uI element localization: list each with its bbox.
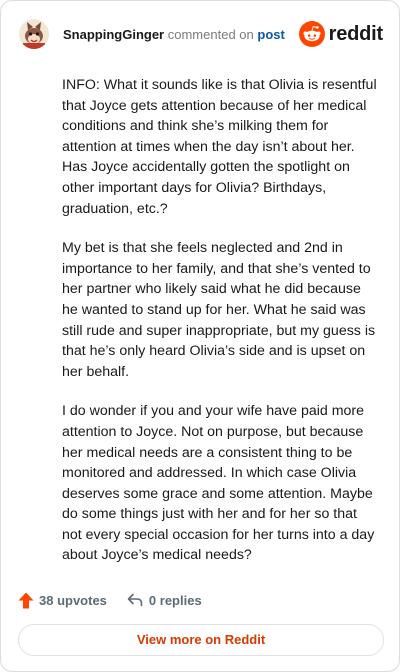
upvote-count: 38 upvotes bbox=[39, 592, 107, 608]
comment-footer: 38 upvotes 0 replies bbox=[18, 590, 202, 610]
comment-attribution: SnappingGinger commented on post bbox=[63, 27, 285, 42]
reddit-brand[interactable]: reddit bbox=[298, 21, 384, 47]
attribution-verb: commented on bbox=[167, 27, 254, 42]
author-link[interactable]: SnappingGinger bbox=[63, 27, 164, 42]
comment-paragraph: INFO: What it sounds like is that Olivia… bbox=[62, 77, 377, 217]
comment-paragraph: My bet is that she feels neglected and 2… bbox=[62, 240, 376, 380]
comment-embed-card: SnappingGinger commented on post reddit … bbox=[0, 0, 400, 672]
avatar[interactable] bbox=[19, 19, 49, 49]
reply-count: 0 replies bbox=[148, 592, 202, 608]
upvote-arrow-icon[interactable] bbox=[18, 592, 34, 609]
avatar-image bbox=[19, 19, 49, 49]
comment-header: SnappingGinger commented on post reddit bbox=[19, 19, 383, 51]
upvote-control[interactable]: 38 upvotes bbox=[18, 592, 107, 609]
comment-paragraph: I do wonder if you and your wife have pa… bbox=[62, 403, 375, 564]
reddit-wordmark: reddit bbox=[328, 22, 384, 45]
reply-arrow-icon[interactable] bbox=[127, 593, 143, 607]
reddit-snoo-icon bbox=[298, 21, 325, 47]
comment-body: INFO: What it sounds like is that Olivia… bbox=[62, 75, 380, 585]
post-link[interactable]: post bbox=[257, 27, 284, 42]
reply-control[interactable]: 0 replies bbox=[127, 593, 202, 608]
view-more-button[interactable]: View more on Reddit bbox=[18, 624, 384, 656]
